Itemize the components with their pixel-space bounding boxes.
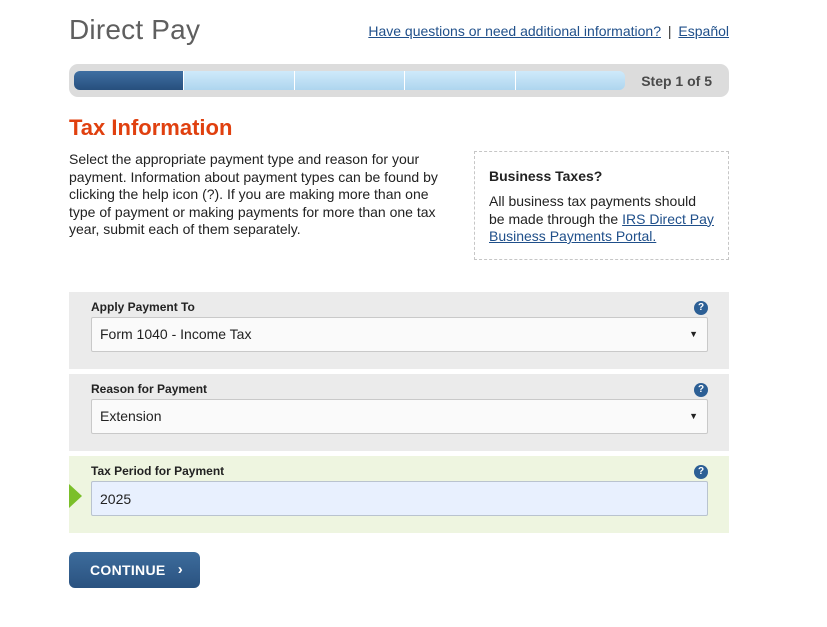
arrow-right-icon [69,484,82,508]
help-icon[interactable]: ? [694,383,708,397]
help-icon[interactable]: ? [694,301,708,315]
callout-text: All business tax payments should be made… [489,193,714,246]
continue-label: CONTINUE [90,562,166,578]
espanol-language-link[interactable]: Español [678,23,729,39]
reason-for-payment-panel: Reason for Payment ? Extension ▼ [69,374,729,451]
progress-bar: Step 1 of 5 [69,64,729,97]
apply-payment-to-select[interactable]: Form 1040 - Income Tax ▼ [91,317,708,352]
reason-for-payment-label: Reason for Payment [91,382,208,396]
progress-segment-3 [294,71,406,90]
help-info-link[interactable]: Have questions or need additional inform… [368,23,661,39]
progress-segment-2 [184,71,295,90]
progress-segment-4 [405,71,516,90]
help-icon[interactable]: ? [694,465,708,479]
page-header: Direct Pay Have questions or need additi… [69,14,729,48]
section-title: Tax Information [69,115,233,140]
link-separator: | [667,23,672,39]
chevron-right-icon: › [177,561,183,578]
continue-button[interactable]: CONTINUE › [69,552,200,588]
tax-period-input[interactable] [91,481,708,516]
progress-track [74,71,625,90]
business-taxes-callout: Business Taxes? All business tax payment… [474,151,729,260]
callout-title: Business Taxes? [489,168,603,184]
progress-segment-5 [515,71,625,90]
progress-segment-1 [74,71,185,90]
chevron-down-icon: ▼ [689,329,698,339]
apply-payment-to-value: Form 1040 - Income Tax [100,326,252,342]
tax-period-label: Tax Period for Payment [91,464,225,478]
step-indicator: Step 1 of 5 [641,73,712,89]
header-links: Have questions or need additional inform… [368,23,729,39]
chevron-down-icon: ▼ [689,411,698,421]
app-title: Direct Pay [69,14,201,45]
intro-text: Select the appropriate payment type and … [69,151,438,237]
apply-payment-to-panel: Apply Payment To ? Form 1040 - Income Ta… [69,292,729,369]
apply-payment-to-label: Apply Payment To [91,300,195,314]
tax-period-panel: Tax Period for Payment ? [69,456,729,533]
reason-for-payment-select[interactable]: Extension ▼ [91,399,708,434]
reason-for-payment-value: Extension [100,408,162,424]
